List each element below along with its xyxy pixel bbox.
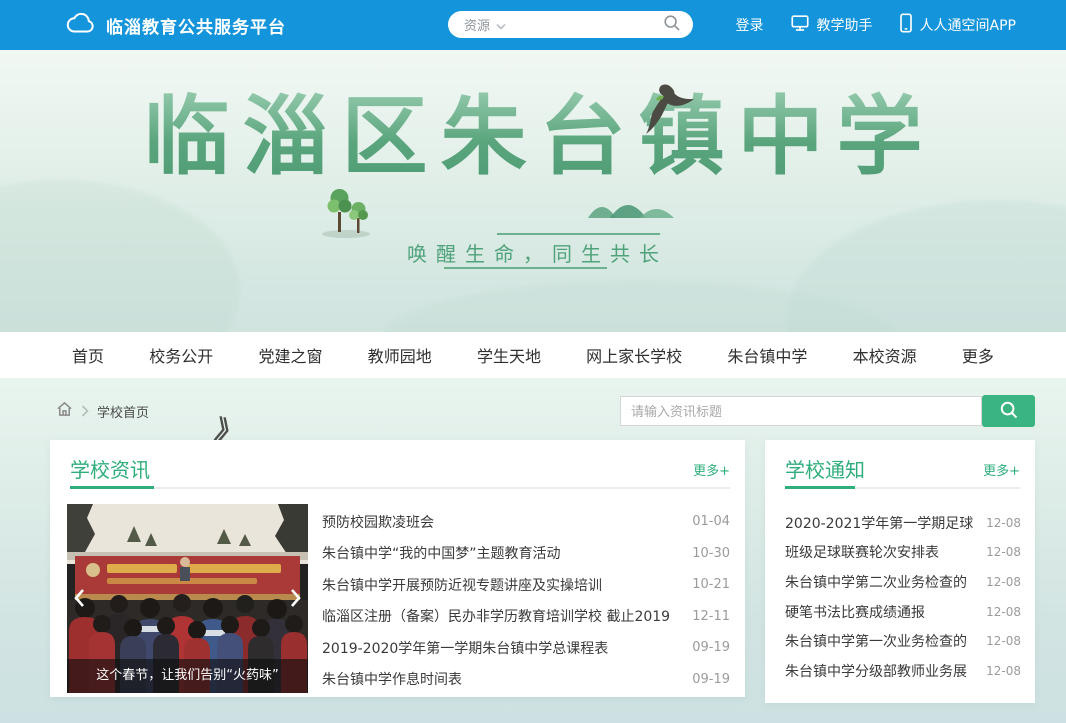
news-item-date: 09-19 <box>692 640 730 655</box>
news-item[interactable]: 临淄区注册（备案）民办非学历教育培训学校 截止2019 12-11 <box>322 601 730 633</box>
news-item[interactable]: 2019-2020学年第一学期朱台镇中学总课程表 09-19 <box>322 632 730 664</box>
carousel-caption[interactable]: 这个春节，让我们告别“火药味” <box>67 659 308 693</box>
hero-banner: 临淄区朱台镇中学 唤醒生命，同生共长 <box>0 50 1066 332</box>
news-item-title: 朱台镇中学“我的中国梦”主题教育活动 <box>322 543 680 563</box>
news-search-input[interactable] <box>620 396 982 426</box>
notice-item-date: 12-08 <box>986 664 1021 678</box>
swallow-bird-icon <box>638 82 696 142</box>
divider <box>70 487 730 489</box>
school-notice-card: 学校通知 更多+ 2020-2021学年第一学期足球 12-08 班级足球联赛轮… <box>765 440 1035 703</box>
news-item[interactable]: 预防校园欺凌班会 01-04 <box>322 506 730 538</box>
nav-item-school-resources[interactable]: 本校资源 <box>853 343 917 367</box>
main-nav: 首页 校务公开 党建之窗 教师园地 学生天地 网上家长学校 朱台镇中学 本校资源… <box>0 332 1066 378</box>
school-notice-more-link[interactable]: 更多+ <box>983 460 1020 479</box>
breadcrumb-chevron-icon <box>81 402 89 421</box>
school-news-card: 学校资讯 更多+ <box>50 440 745 697</box>
school-news-title: 学校资讯 <box>70 454 150 483</box>
notice-item[interactable]: 2020-2021学年第一学期足球 12-08 <box>785 508 1021 538</box>
home-icon[interactable] <box>56 401 73 421</box>
login-button[interactable]: 登录 <box>736 15 764 35</box>
topbar-actions: 登录 教学助手 人人通空间APP <box>736 0 1016 50</box>
notice-item-title: 朱台镇中学第一次业务检查的 <box>785 631 974 651</box>
nav-item-more[interactable]: 更多 <box>962 343 994 367</box>
news-search-button[interactable] <box>982 395 1035 427</box>
renrentong-app-label: 人人通空间APP <box>920 15 1016 35</box>
nav-item-home[interactable]: 首页 <box>72 343 104 367</box>
news-carousel[interactable]: 这个春节，让我们告别“火药味” <box>67 504 308 693</box>
notice-item[interactable]: 朱台镇中学第一次业务检查的 12-08 <box>785 626 1021 656</box>
divider-accent <box>70 486 154 489</box>
news-item-date: 01-04 <box>692 514 730 529</box>
carousel-next-icon[interactable] <box>285 580 307 616</box>
news-item-date: 10-30 <box>692 546 730 561</box>
news-item-date: 12-11 <box>692 609 730 624</box>
nav-item-student-world[interactable]: 学生天地 <box>477 343 541 367</box>
news-item-title: 临淄区注册（备案）民办非学历教育培训学校 截止2019 <box>322 606 680 626</box>
notice-item[interactable]: 朱台镇中学分级部教师业务展 12-08 <box>785 656 1021 686</box>
slogan-rule-bottom <box>444 267 607 269</box>
trees-illustration <box>318 182 376 244</box>
nav-item-zhutai-school[interactable]: 朱台镇中学 <box>727 343 807 367</box>
nav-item-school-affairs[interactable]: 校务公开 <box>149 343 213 367</box>
brand-title: 临淄教育公共服务平台 <box>106 13 286 38</box>
news-item-title: 2019-2020学年第一学期朱台镇中学总课程表 <box>322 638 680 658</box>
slogan-text: 唤醒生命，同生共长 <box>0 238 1066 267</box>
chevron-down-icon <box>496 15 506 34</box>
monitor-icon <box>790 13 810 37</box>
news-item[interactable]: 朱台镇中学“我的中国梦”主题教育活动 10-30 <box>322 538 730 570</box>
notice-item-date: 12-08 <box>986 634 1021 648</box>
search-icon <box>999 400 1019 423</box>
news-item-date: 09-19 <box>692 672 730 687</box>
news-item-date: 10-21 <box>692 577 730 592</box>
teaching-assistant-label: 教学助手 <box>817 15 873 35</box>
smartphone-icon <box>899 13 913 37</box>
notice-item-title: 班级足球联赛轮次安排表 <box>785 542 974 562</box>
search-scope-select[interactable]: 资源 <box>464 15 490 34</box>
breadcrumb-current[interactable]: 学校首页 <box>97 402 149 421</box>
notice-item[interactable]: 硬笔书法比赛成绩通报 12-08 <box>785 597 1021 627</box>
notice-item-date: 12-08 <box>986 605 1021 619</box>
renrentong-app-link[interactable]: 人人通空间APP <box>899 13 1016 37</box>
breadcrumb: 学校首页 <box>56 401 149 421</box>
mountain-illustration <box>588 192 678 222</box>
notice-item-date: 12-08 <box>986 575 1021 589</box>
notice-item-date: 12-08 <box>986 545 1021 559</box>
notice-item-title: 朱台镇中学分级部教师业务展 <box>785 661 974 681</box>
login-label: 登录 <box>736 15 764 35</box>
teaching-assistant-link[interactable]: 教学助手 <box>790 13 873 37</box>
news-item-title: 朱台镇中学开展预防近视专题讲座及实操培训 <box>322 575 680 595</box>
notice-list: 2020-2021学年第一学期足球 12-08 班级足球联赛轮次安排表 12-0… <box>785 508 1021 686</box>
cloud-icon <box>66 11 96 39</box>
notice-item-title: 朱台镇中学第二次业务检查的 <box>785 572 974 592</box>
nav-item-parent-school[interactable]: 网上家长学校 <box>586 343 682 367</box>
school-notice-header: 学校通知 更多+ <box>785 452 1020 486</box>
notice-item[interactable]: 班级足球联赛轮次安排表 12-08 <box>785 538 1021 568</box>
notice-item-date: 12-08 <box>986 516 1021 530</box>
school-notice-title: 学校通知 <box>785 454 865 483</box>
news-list: 预防校园欺凌班会 01-04 朱台镇中学“我的中国梦”主题教育活动 10-30 … <box>322 506 730 695</box>
notice-item[interactable]: 朱台镇中学第二次业务检查的 12-08 <box>785 567 1021 597</box>
news-item[interactable]: 朱台镇中学开展预防近视专题讲座及实操培训 10-21 <box>322 569 730 601</box>
slogan-rule-top <box>497 233 660 235</box>
news-item[interactable]: 朱台镇中学作息时间表 09-19 <box>322 664 730 696</box>
school-name-title: 临淄区朱台镇中学 <box>0 90 1066 185</box>
carousel-prev-icon[interactable] <box>68 580 90 616</box>
nav-item-teacher-garden[interactable]: 教师园地 <box>368 343 432 367</box>
news-item-title: 朱台镇中学作息时间表 <box>322 669 680 689</box>
topbar: 临淄教育公共服务平台 资源 登录 教学助手 人人通空间APP <box>0 0 1066 50</box>
school-news-header: 学校资讯 更多+ <box>70 452 730 486</box>
search-icon[interactable] <box>663 14 681 36</box>
brand-link[interactable]: 临淄教育公共服务平台 <box>66 0 286 50</box>
divider-accent <box>785 486 855 489</box>
news-item-title: 预防校园欺凌班会 <box>322 512 680 532</box>
topbar-search[interactable]: 资源 <box>448 11 693 38</box>
notice-item-title: 2020-2021学年第一学期足球 <box>785 513 974 533</box>
nav-item-party-building[interactable]: 党建之窗 <box>258 343 322 367</box>
notice-item-title: 硬笔书法比赛成绩通报 <box>785 602 974 622</box>
school-news-more-link[interactable]: 更多+ <box>693 460 730 479</box>
